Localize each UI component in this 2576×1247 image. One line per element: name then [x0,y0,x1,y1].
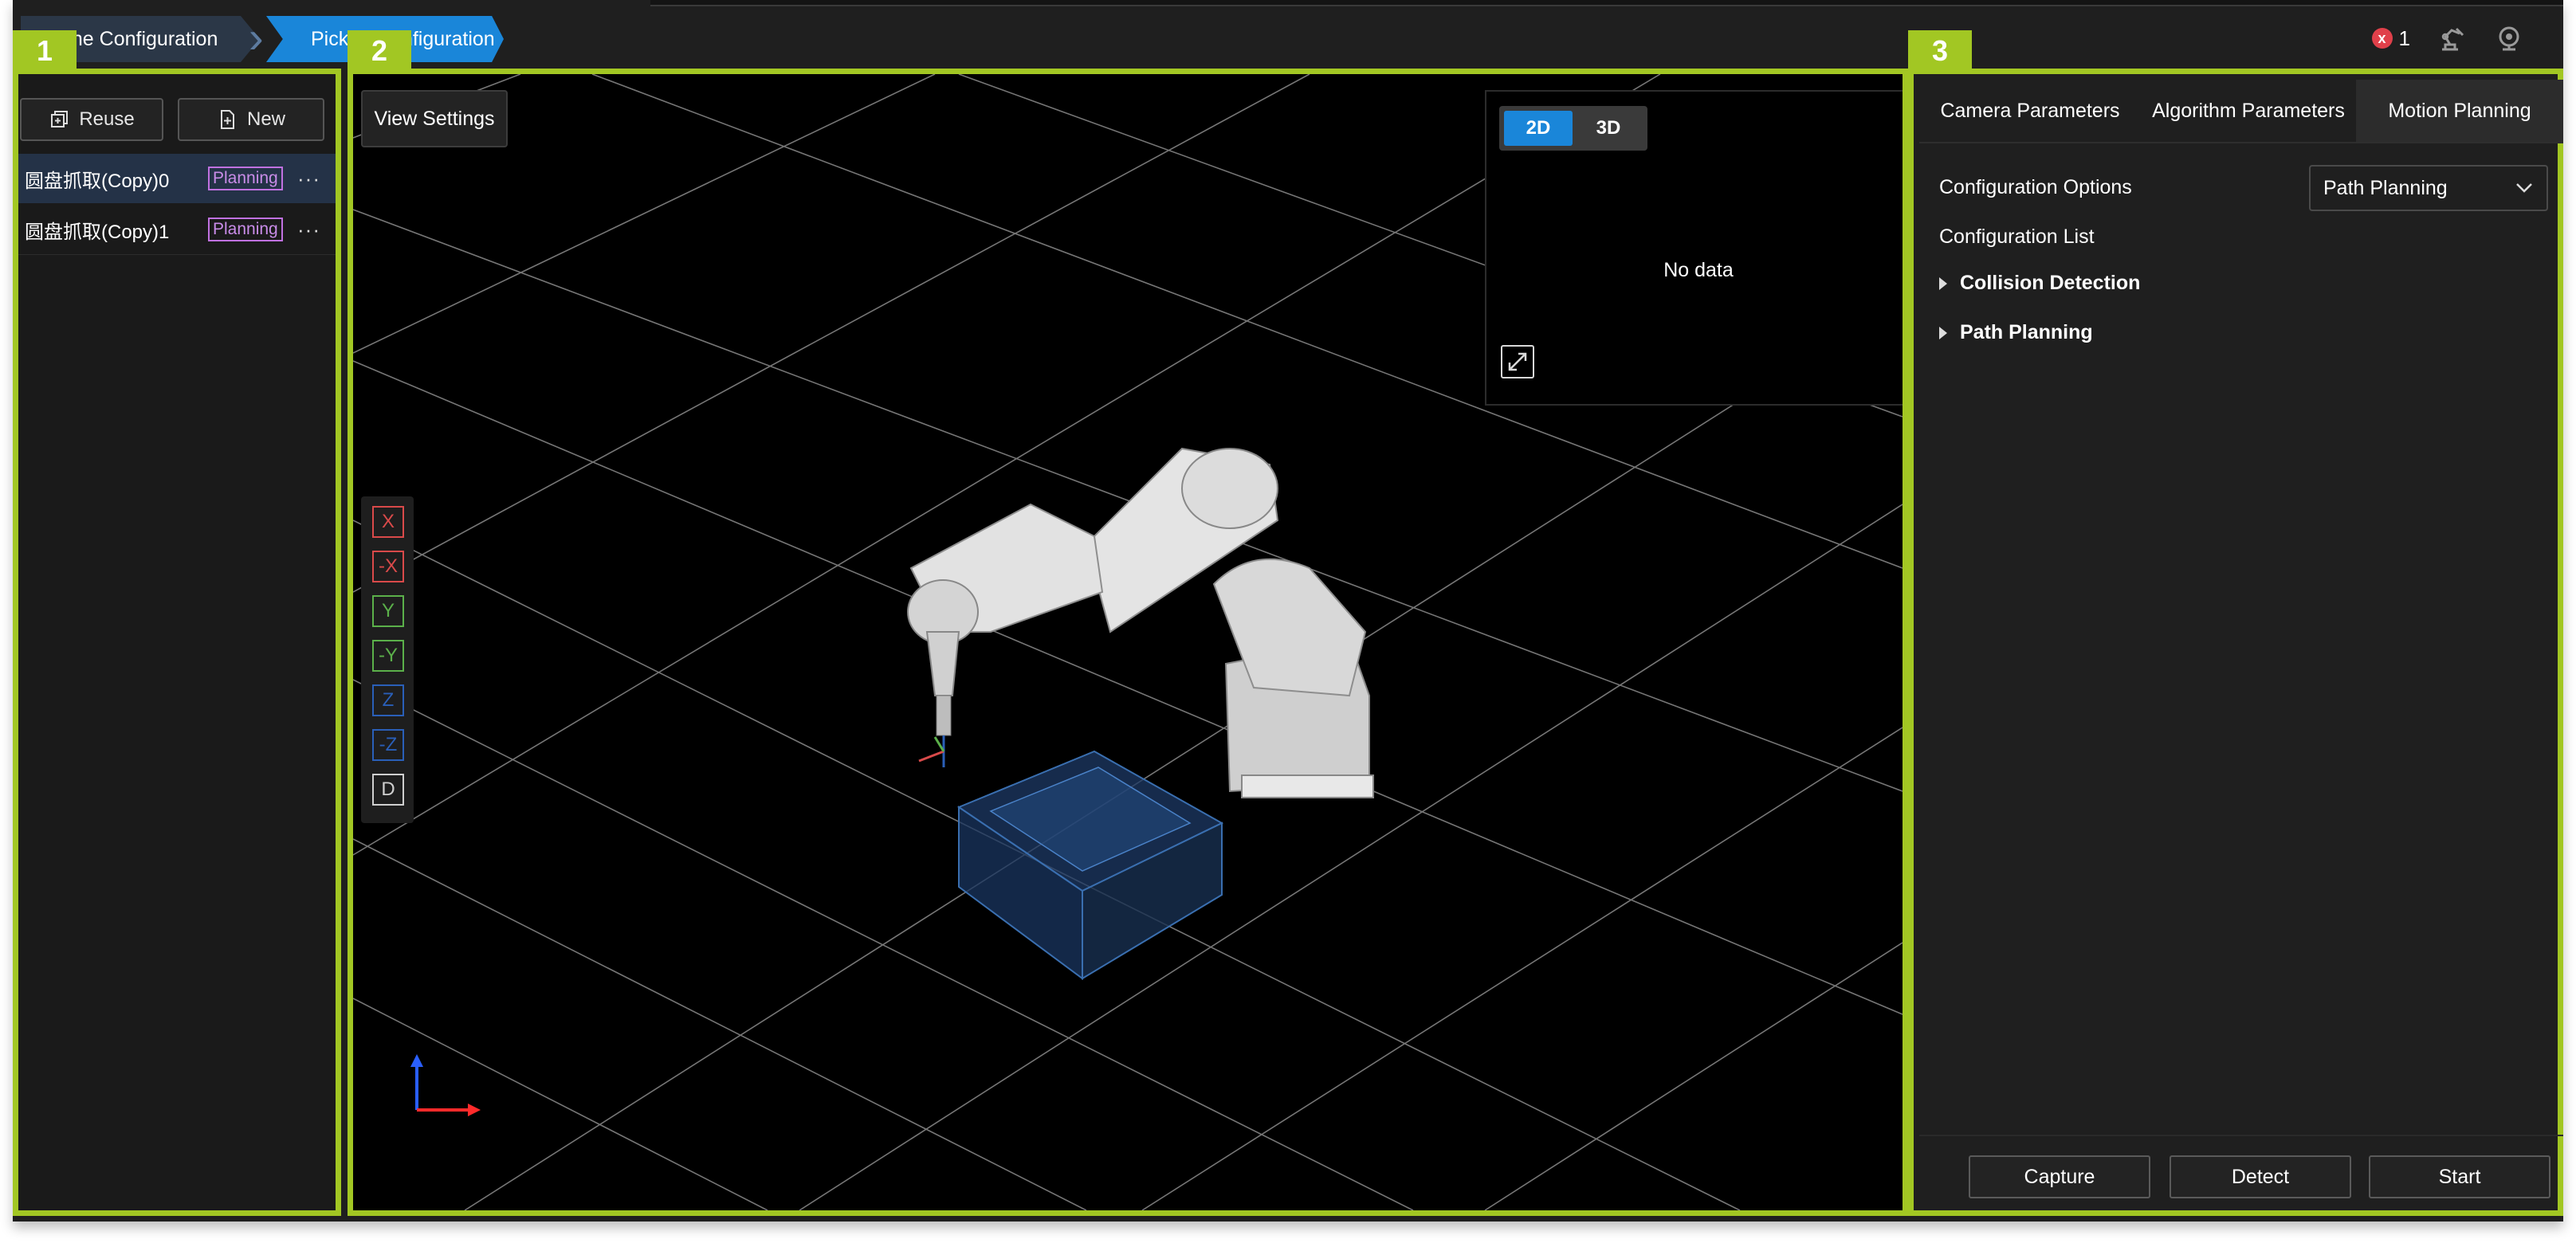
chevron-down-icon [2516,183,2532,193]
panel-number-right: 3 [1908,30,1972,72]
reuse-button[interactable]: Reuse [20,98,163,141]
view-x-button[interactable]: X [372,506,404,538]
view-axis-toolbar: X -X Y -Y Z -Z D [361,496,414,823]
view-settings-button[interactable]: View Settings [361,90,508,147]
more-options-icon[interactable]: ··· [297,167,320,191]
configuration-options-value: Path Planning [2323,177,2448,199]
error-icon: x [2371,28,2393,49]
expand-triangle-icon [1939,276,1947,290]
reuse-label: Reuse [79,108,135,130]
config-tag: Planning [208,218,283,241]
detect-button[interactable]: Detect [2170,1155,2351,1198]
world-axis-indicator [410,1054,481,1116]
view-neg-y-button[interactable]: -Y [372,640,404,672]
robot-arm [907,447,1374,798]
view-neg-x-button[interactable]: -X [372,551,404,582]
robot-arm-icon[interactable] [2436,22,2468,54]
new-button[interactable]: New [178,98,324,141]
tree-item-label: Path Planning [1960,321,2093,343]
no-data-message: No data [1663,259,1734,281]
app-window: ene Configuration › Pickup Configuration… [13,0,2563,1222]
panel-number-left: 1 [13,30,77,72]
configuration-list-label: Configuration List [1939,225,2095,248]
tree-item-collision-detection[interactable]: Collision Detection [1939,272,2140,295]
top-edge-strip [650,0,2563,6]
error-indicator[interactable]: x 1 [2371,25,2410,51]
config-name: 圆盘抓取(Copy)0 [25,170,170,192]
tab-camera-parameters[interactable]: Camera Parameters [1919,80,2141,142]
start-button[interactable]: Start [2369,1155,2550,1198]
3d-viewport-panel[interactable]: View Settings X -X Y -Y Z -Z D 2D 3D No … [348,69,1908,1216]
view-z-button[interactable]: Z [372,684,404,716]
action-footer: Capture Detect Start [1919,1135,2563,1205]
reuse-icon [51,111,69,127]
config-tag: Planning [208,167,283,190]
error-count: 1 [2398,25,2410,50]
expand-icon[interactable] [1501,345,1534,378]
tree-item-label: Collision Detection [1960,272,2141,294]
dimension-toggle: 2D 3D [1499,106,1647,151]
more-options-icon[interactable]: ··· [297,218,320,242]
expand-triangle-icon [1939,326,1947,339]
configuration-list-panel: Reuse New 圆盘抓取(Copy)0 Planning ··· 圆盘抓取(… [13,69,341,1216]
tab-algorithm-parameters[interactable]: Algorithm Parameters [2141,80,2356,142]
panel-number-center: 2 [348,30,411,72]
configuration-options-label: Configuration Options [1939,176,2132,198]
mini-preview-window: 2D 3D No data [1485,90,1903,406]
bin-container [956,750,1224,980]
capture-button[interactable]: Capture [1969,1155,2150,1198]
tab-motion-planning[interactable]: Motion Planning [2356,80,2563,142]
mode-2d-button[interactable]: 2D [1504,111,1573,146]
breadcrumb-separator-icon: › [249,12,264,62]
view-default-button[interactable]: D [372,774,404,806]
config-list-item[interactable]: 圆盘抓取(Copy)0 Planning ··· [18,154,336,203]
config-list-item[interactable]: 圆盘抓取(Copy)1 Planning ··· [18,205,336,255]
configuration-options-select[interactable]: Path Planning [2309,165,2548,211]
view-y-button[interactable]: Y [372,595,404,627]
tree-item-path-planning[interactable]: Path Planning [1939,321,2093,344]
parameter-tabs: Camera Parameters Algorithm Parameters M… [1919,80,2563,143]
top-right-toolbar: x 1 [2371,19,2525,57]
config-name: 圆盘抓取(Copy)1 [25,221,170,243]
new-file-icon [220,110,234,129]
mode-3d-button[interactable]: 3D [1574,111,1643,146]
view-neg-z-button[interactable]: -Z [372,729,404,761]
parameters-panel: Camera Parameters Algorithm Parameters M… [1908,69,2563,1216]
new-label: New [246,108,285,130]
camera-settings-icon[interactable] [2493,22,2525,54]
